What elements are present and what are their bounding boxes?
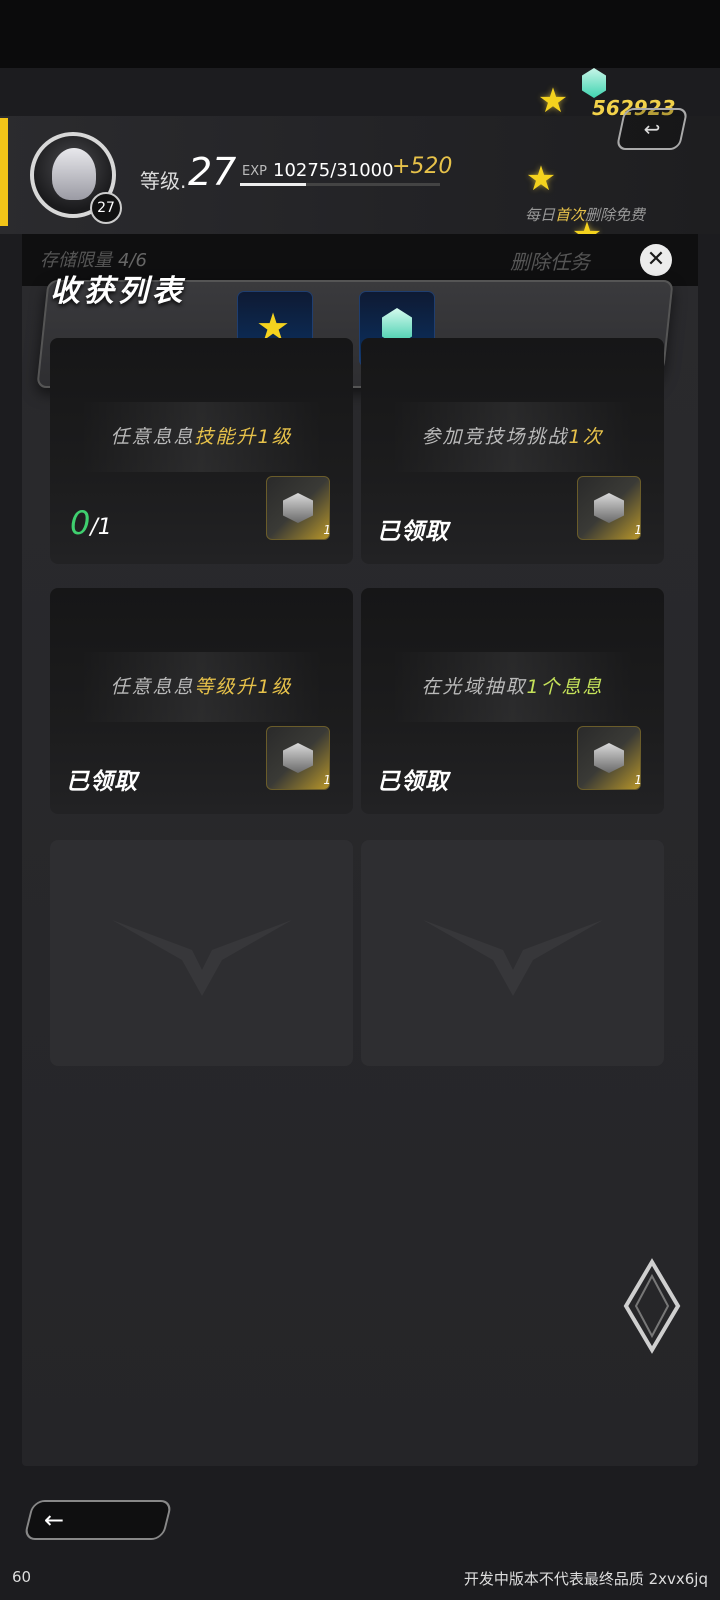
empty-task-slot	[361, 840, 664, 1066]
star-icon: ★	[525, 159, 557, 199]
gem-icon	[594, 493, 624, 523]
avatar-portrait	[52, 148, 96, 200]
task-claimed-status: 已领取	[377, 519, 449, 545]
task-reward[interactable]: 1	[577, 726, 642, 790]
status-bar-area	[0, 0, 720, 68]
task-title: 任意息息技能升1级	[50, 422, 353, 449]
close-icon[interactable]: ✕	[640, 244, 672, 276]
empty-slot-emblem-icon	[423, 920, 603, 996]
exp-label: EXP	[242, 164, 267, 179]
task-title-highlight: 等级	[194, 676, 237, 698]
task-title-post: 升1级	[236, 676, 293, 698]
back-arrow-icon: ←	[44, 1506, 65, 1534]
task-title-highlight: 1次	[568, 426, 604, 448]
exp-value: 10275/31000	[273, 160, 394, 181]
task-title-post: 升1级	[236, 426, 293, 448]
task-progress: 0/1	[70, 504, 112, 542]
empty-slot-emblem-icon	[112, 920, 292, 996]
task-card[interactable]: 在光域抽取1个息息 已领取 1	[361, 588, 664, 814]
share-icon: ↩	[643, 117, 661, 141]
diamond-nav-icon[interactable]	[622, 1258, 682, 1354]
cube-icon	[582, 68, 606, 98]
delete-task-label[interactable]: 删除任务	[510, 246, 590, 275]
exp-gain: +520	[392, 154, 453, 179]
harvest-list-title: 收获列表	[50, 274, 186, 309]
task-card[interactable]: 任意息息技能升1级 0/1 1	[50, 338, 353, 564]
build-note: 开发中版本不代表最终品质 2xvx6jq	[463, 1570, 708, 1588]
task-title-pre: 参加竞技场挑战	[421, 426, 569, 448]
empty-task-slot	[50, 840, 353, 1066]
reward-qty: 1	[323, 523, 331, 537]
task-title-pre: 任意息息	[110, 676, 195, 698]
fps-counter: 60	[12, 1568, 32, 1586]
exp-progress-bar	[240, 183, 440, 186]
task-card[interactable]: 任意息息等级升1级 已领取 1	[50, 588, 353, 814]
task-title: 参加竞技场挑战1次	[361, 422, 664, 449]
task-progress-total: /1	[90, 515, 112, 540]
task-card[interactable]: 参加竞技场挑战1次 已领取 1	[361, 338, 664, 564]
header-accent-bar	[0, 118, 8, 226]
task-claimed-status: 已领取	[66, 769, 138, 795]
reward-qty: 1	[634, 523, 642, 537]
task-claimed-status: 已领取	[377, 769, 449, 795]
avatar-level-badge: 27	[90, 192, 122, 224]
task-title: 任意息息等级升1级	[50, 672, 353, 699]
daily-hint-prefix: 每日	[525, 206, 556, 224]
task-title-highlight: 技能	[194, 426, 237, 448]
task-reward[interactable]: 1	[266, 476, 331, 540]
gem-icon	[283, 743, 313, 773]
level-label: 等级.	[140, 169, 187, 193]
task-title-pre: 在光域抽取	[421, 676, 527, 698]
back-button[interactable]: ←	[23, 1500, 173, 1540]
task-title-pre: 任意息息	[110, 426, 195, 448]
exp-progress-fill	[240, 183, 306, 186]
reward-qty: 1	[634, 773, 642, 787]
task-progress-done: 0	[70, 504, 91, 542]
task-title-highlight: 1个息息	[526, 676, 604, 698]
gem-icon	[594, 743, 624, 773]
level-value: 27	[188, 150, 237, 194]
task-reward[interactable]: 1	[577, 476, 642, 540]
task-reward[interactable]: 1	[266, 726, 331, 790]
reward-qty: 1	[323, 773, 331, 787]
star-icon: ★	[537, 81, 569, 121]
task-title: 在光域抽取1个息息	[361, 672, 664, 699]
gem-icon	[283, 493, 313, 523]
share-button[interactable]: ↩	[615, 108, 689, 150]
